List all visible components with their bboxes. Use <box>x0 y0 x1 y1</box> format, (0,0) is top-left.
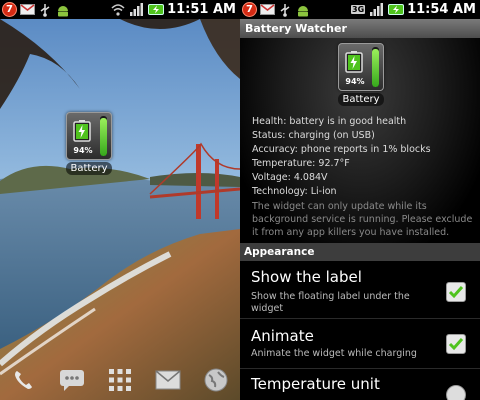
signal-strength-icon <box>369 2 385 17</box>
status-bar: 7 11:51 AM <box>0 0 240 19</box>
battery-icon <box>345 51 363 73</box>
animate-checkbox[interactable] <box>446 334 466 354</box>
network-type-icon: 3G <box>350 2 366 17</box>
status-text: Status: charging (on USB) <box>252 130 375 141</box>
wifi-icon <box>110 2 126 17</box>
gmail-icon <box>259 2 275 17</box>
battery-widget-label: Battery <box>66 162 112 175</box>
pref-show-label[interactable]: Show the label Show the floating label u… <box>240 261 480 319</box>
network-type-label: 3G <box>351 5 366 14</box>
battery-level-fill <box>100 118 107 156</box>
battery-charging-icon <box>148 2 165 17</box>
temperature-text: Temperature: 92.7°F <box>252 158 350 169</box>
battery-widget-label: Battery <box>338 93 384 106</box>
email-icon[interactable] <box>155 367 181 393</box>
battery-percent: 94% <box>73 146 93 155</box>
technology-text: Technology: Li-ion <box>252 186 337 197</box>
home-dock <box>0 360 240 400</box>
notification-count-badge[interactable]: 7 <box>242 2 257 17</box>
app-title-bar: Battery Watcher <box>240 19 480 38</box>
app-drawer-icon[interactable] <box>107 367 133 393</box>
show-label-checkbox[interactable] <box>446 282 466 302</box>
pref-summary: Animate the widget while charging <box>251 348 417 359</box>
checkmark-icon <box>448 286 464 299</box>
checkmark-icon <box>448 338 464 351</box>
usb-icon <box>37 2 53 17</box>
usb-icon <box>277 2 293 17</box>
service-note: The widget can only update while its bac… <box>252 201 473 238</box>
battery-widget-box: 94% <box>338 43 384 91</box>
pref-animate[interactable]: Animate Animate the widget while chargin… <box>240 319 480 369</box>
battery-widget-box: 94% <box>66 112 112 160</box>
battery-level-fill <box>372 49 379 87</box>
battery-icon <box>73 120 91 142</box>
temperature-unit-radio[interactable] <box>446 385 466 400</box>
phone-icon[interactable] <box>11 367 37 393</box>
battery-watcher-screen: 7 3G 11:54 AM Battery Watcher 94% Batter… <box>240 0 480 400</box>
pref-title: Temperature unit <box>251 375 380 393</box>
browser-icon[interactable] <box>203 367 229 393</box>
battery-info: Health: battery is in good health Status… <box>252 115 478 239</box>
status-clock: 11:51 AM <box>167 2 236 17</box>
pref-title: Show the label <box>251 268 362 286</box>
battery-level-bar <box>372 47 379 87</box>
pref-title: Animate <box>251 327 314 345</box>
health-text: Health: battery is in good health <box>252 116 407 127</box>
gmail-icon <box>19 2 35 17</box>
signal-strength-icon <box>129 2 145 17</box>
android-debug-icon <box>295 2 311 17</box>
voltage-text: Voltage: 4.084V <box>252 172 328 183</box>
wallpaper-image <box>0 19 240 400</box>
android-debug-icon <box>55 2 71 17</box>
accuracy-text: Accuracy: phone reports in 1% blocks <box>252 144 431 155</box>
battery-charging-icon <box>388 2 405 17</box>
pref-summary: Show the floating label under the widget <box>251 291 410 314</box>
appearance-section-header: Appearance <box>240 243 480 261</box>
battery-percent: 94% <box>345 77 365 86</box>
home-screen: 7 11:51 AM 94% Battery <box>0 0 240 400</box>
pref-temperature-unit[interactable]: Temperature unit <box>240 369 480 400</box>
notification-count-badge[interactable]: 7 <box>2 2 17 17</box>
battery-widget[interactable]: 94% Battery <box>66 112 112 175</box>
battery-level-bar <box>100 116 107 156</box>
status-clock: 11:54 AM <box>407 2 476 17</box>
status-bar: 7 3G 11:54 AM <box>240 0 480 19</box>
battery-widget-preview: 94% Battery <box>338 43 384 106</box>
messaging-icon[interactable] <box>59 367 85 393</box>
